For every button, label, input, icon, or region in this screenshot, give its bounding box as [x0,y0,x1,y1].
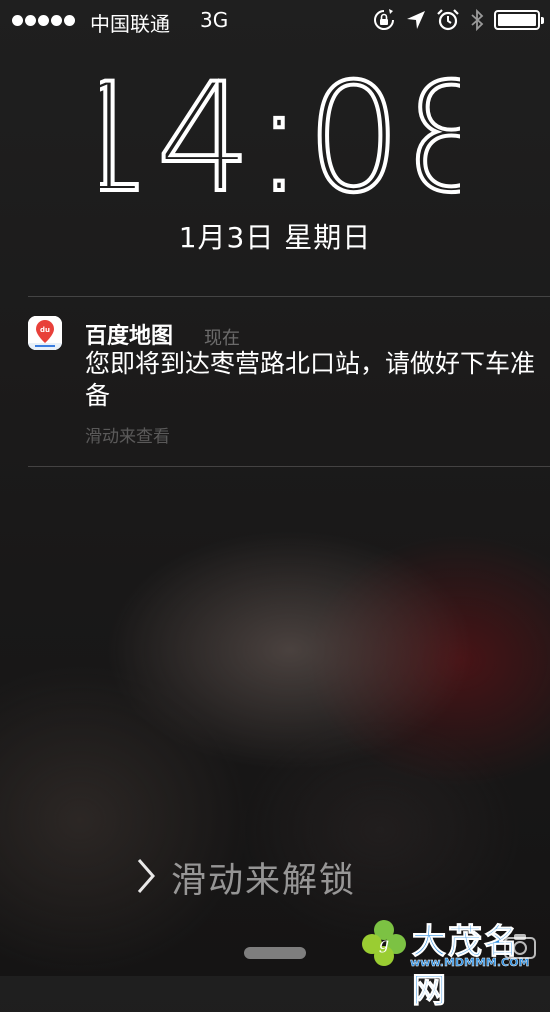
alarm-icon [436,8,460,32]
notification-hint: 滑动来查看 [85,427,170,447]
network-type: 3G [200,8,229,32]
notification-message: 您即将到达枣营路北口站，请做好下车准备 [85,349,536,410]
battery-icon [494,10,544,30]
camera-icon[interactable] [503,932,537,964]
lock-date: 1月3日 星期日 [178,221,372,254]
svg-text:du: du [40,326,50,334]
divider-bottom [28,466,550,467]
slide-to-unlock-label: 滑动来解锁 [171,861,357,901]
status-bar: 中国联通 3G [0,0,550,42]
clover-logo-icon: g [362,920,406,966]
divider-top [28,296,550,297]
notification-app-name: 百度地图 [85,324,174,349]
svg-text:14:08: 14:08 [100,70,460,198]
clock-time: 14:08 [100,70,460,198]
notification-time: 现在 [204,328,240,349]
signal-strength-icon [12,15,75,26]
bluetooth-icon [470,8,484,32]
baidu-map-app-icon: du [28,316,62,350]
orientation-lock-icon [372,8,396,32]
svg-text:g: g [379,934,389,953]
slide-to-unlock[interactable]: 滑动来解锁 [135,852,356,903]
location-arrow-icon [406,10,426,30]
chevron-right-icon [135,856,157,900]
home-indicator[interactable] [244,947,306,959]
carrier-name: 中国联通 [90,12,170,36]
